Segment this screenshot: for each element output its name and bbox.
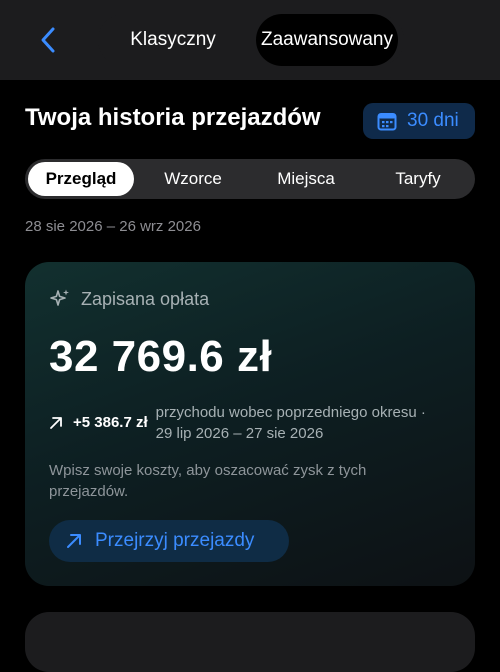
review-rides-label: Przejrzyj przejazdy — [95, 530, 255, 551]
top-bar: Klasyczny Zaawansowany — [0, 0, 500, 80]
mode-advanced[interactable]: Zaawansowany — [256, 14, 398, 66]
mode-switch: Klasyczny Zaawansowany — [98, 14, 404, 66]
delta-value: +5 386.7 zł — [73, 414, 148, 431]
card-header: Zapisana opłata — [49, 288, 209, 310]
delta-description-line2: 29 lip 2026 – 27 sie 2026 — [155, 425, 324, 442]
mode-classic[interactable]: Klasyczny — [98, 14, 248, 66]
review-rides-button[interactable]: Przejrzyj przejazdy — [49, 520, 289, 562]
tab-places[interactable]: Miejsca — [253, 162, 359, 196]
card-label: Zapisana opłata — [81, 288, 210, 309]
tab-bar: Przegląd Wzorce Miejsca Taryfy — [25, 159, 475, 199]
saved-amount: 32 769.6 zł — [49, 332, 273, 381]
range-button[interactable]: 30 dni — [363, 103, 475, 139]
range-label: 30 dni — [407, 110, 459, 131]
cost-note: Wpisz swoje koszty, aby oszacować zysk z… — [49, 462, 367, 500]
tab-fares[interactable]: Taryfy — [365, 162, 471, 196]
date-range: 28 sie 2026 – 26 wrz 2026 — [25, 218, 201, 235]
arrow-up-right-icon — [50, 417, 62, 429]
delta-row: +5 386.7 zł przychodu wobec poprzedniego… — [49, 402, 459, 444]
sparkle-icon — [50, 289, 69, 306]
tab-patterns[interactable]: Wzorce — [140, 162, 246, 196]
arrow-up-right-icon — [67, 534, 81, 548]
tab-overview[interactable]: Przegląd — [28, 162, 134, 196]
page-title: Twoja historia przejazdów — [25, 104, 321, 131]
next-card — [25, 612, 475, 672]
saved-fare-card: Zapisana opłata 32 769.6 zł +5 386.7 zł … — [25, 262, 475, 586]
back-button[interactable] — [32, 24, 64, 56]
chevron-left-icon — [41, 27, 55, 53]
delta-description: przychodu wobec poprzedniego okresu · 29… — [156, 402, 426, 444]
delta-description-line1: przychodu wobec poprzedniego okresu · — [155, 404, 426, 421]
calendar-icon — [377, 113, 397, 131]
